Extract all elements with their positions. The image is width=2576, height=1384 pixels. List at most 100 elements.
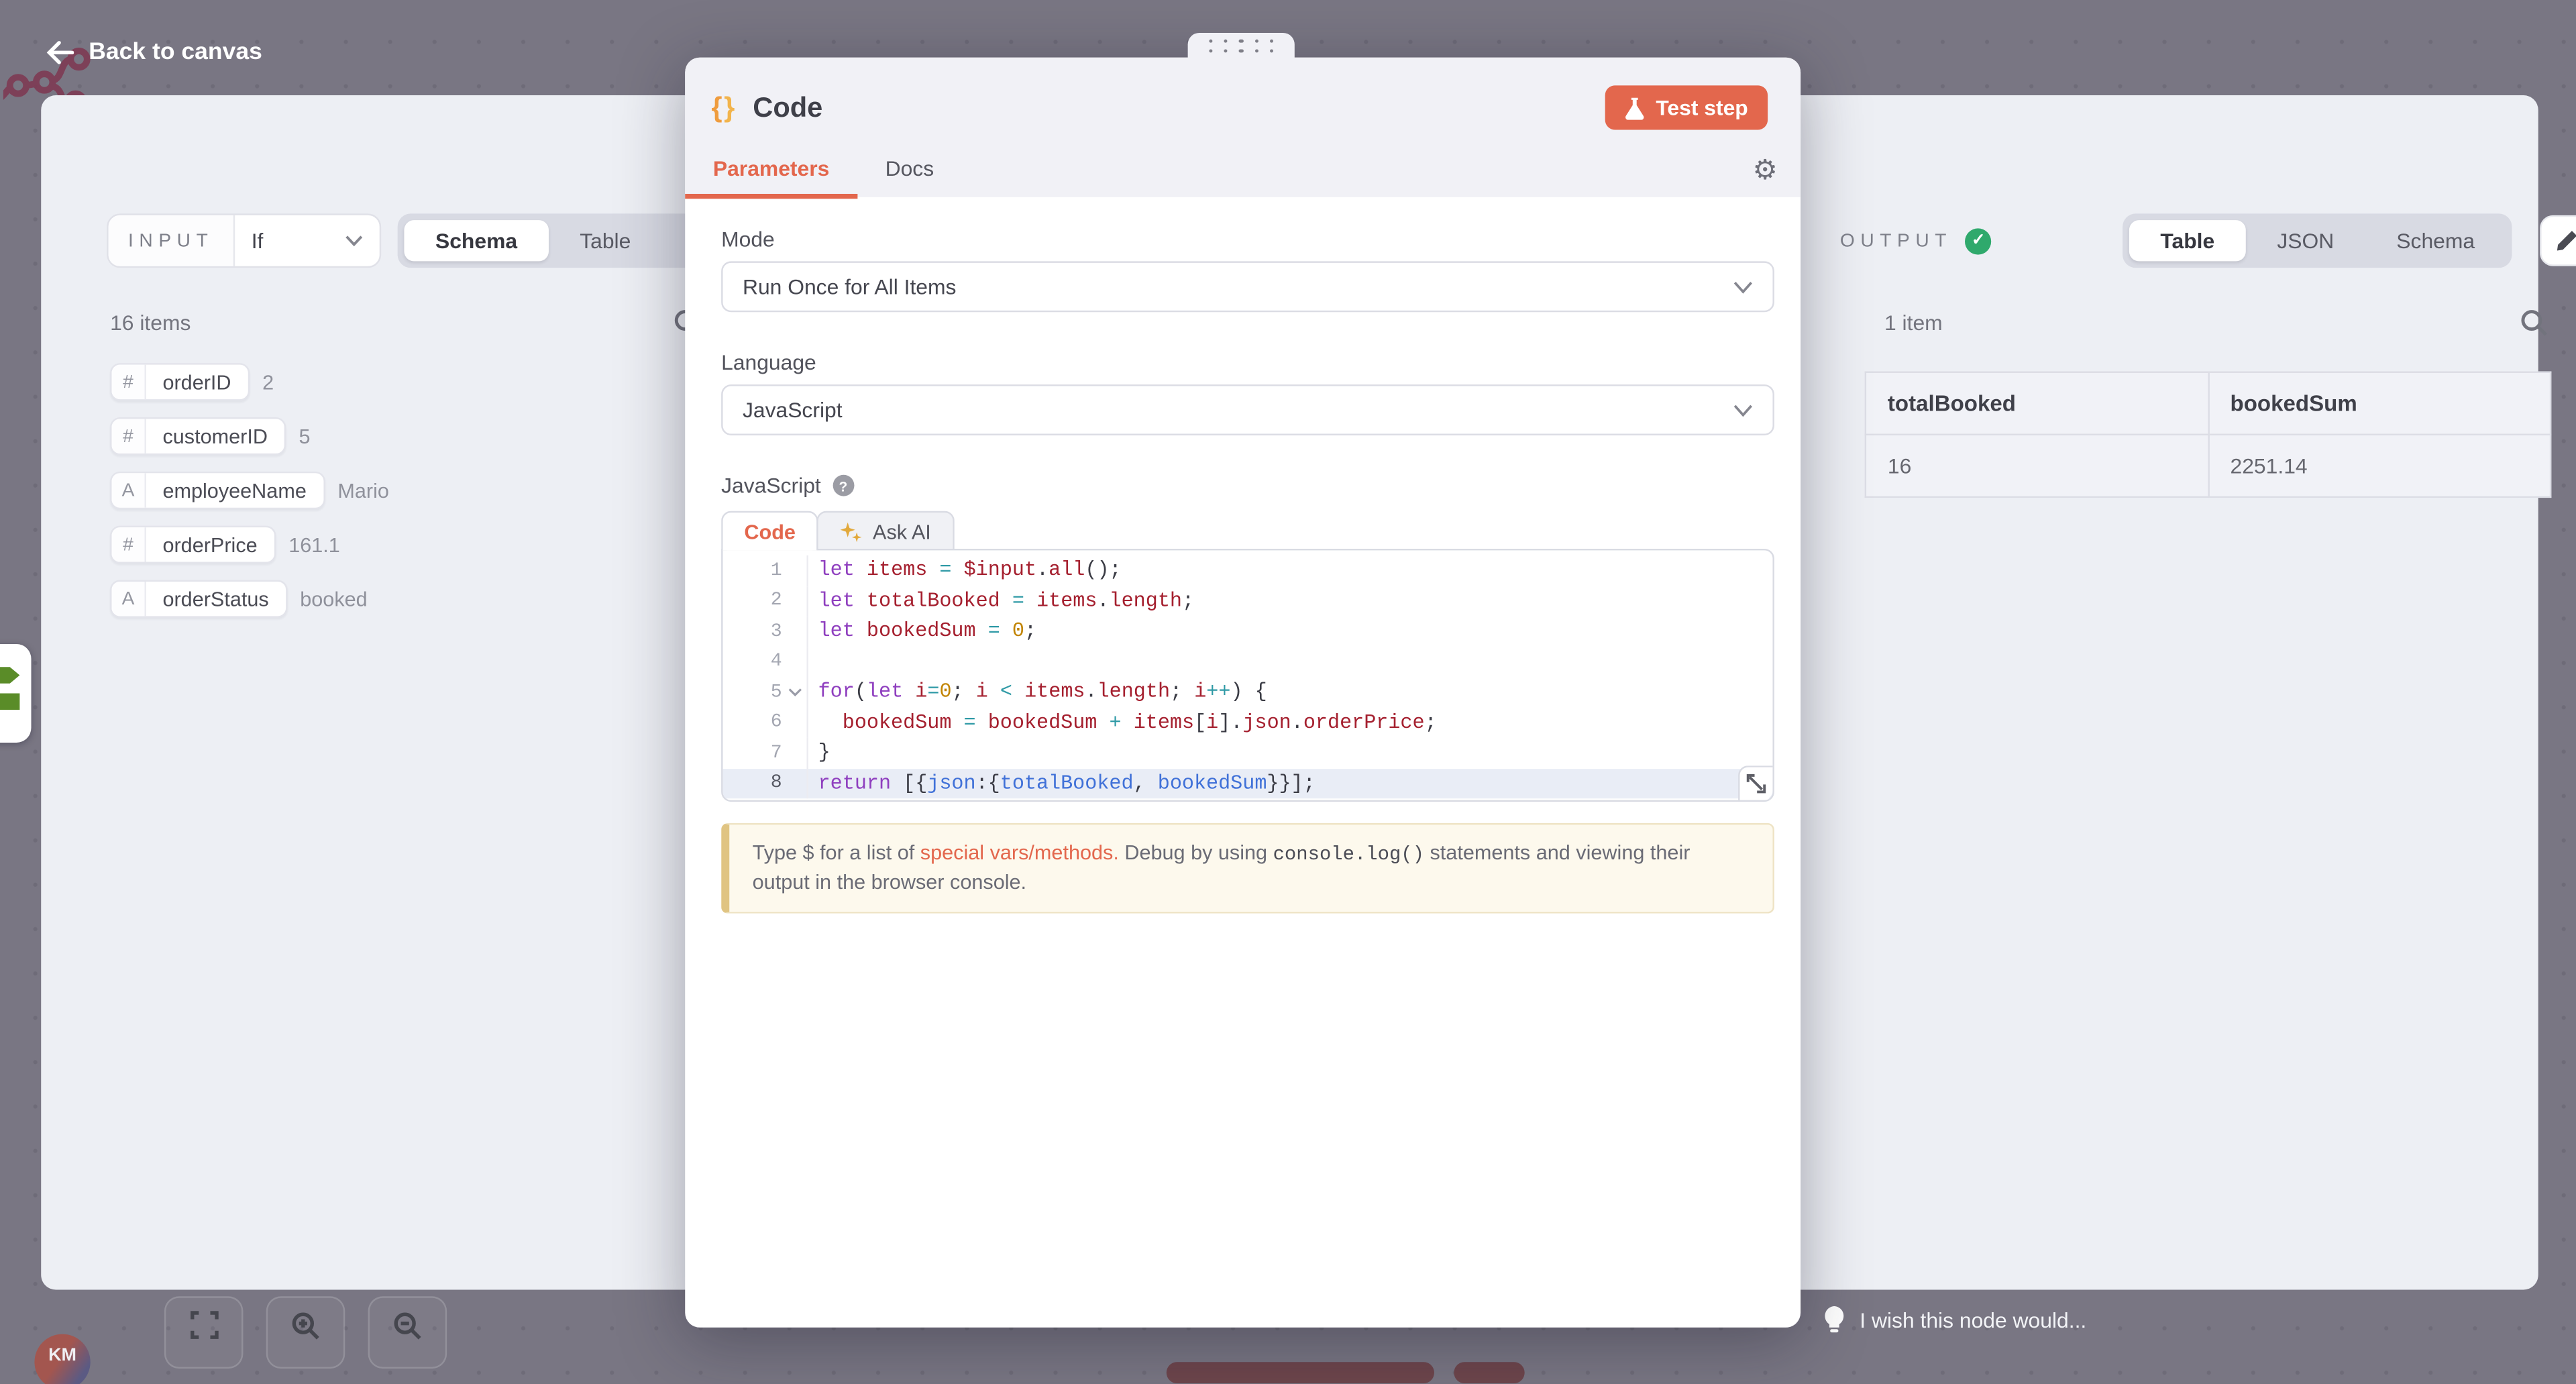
schema-field-pill[interactable]: A orderStatus (110, 580, 287, 617)
code-token: = (1012, 590, 1024, 613)
expand-icon (1746, 774, 1766, 793)
mode-label: Mode (721, 227, 1774, 252)
code-line[interactable]: 5 for(let i=0; i < items.length; i++) { (723, 677, 1773, 707)
code-line[interactable]: 2 let totalBooked = items.length; (723, 586, 1773, 616)
if-node-card[interactable] (0, 644, 32, 743)
code-token: json (1242, 711, 1291, 734)
field-name: orderPrice (146, 527, 274, 562)
code-token: items (1036, 590, 1097, 613)
dimmed-canvas-button-small (1454, 1362, 1524, 1383)
code-token: items (1024, 680, 1085, 703)
help-icon[interactable]: ? (833, 475, 854, 496)
code-token (976, 711, 988, 734)
code-line[interactable]: 7 } (723, 738, 1773, 768)
code-token: i (1206, 711, 1218, 734)
editor-tab-ask-ai[interactable]: Ask AI (817, 511, 954, 551)
code-line[interactable]: 4 (723, 647, 1773, 677)
chevron-down-icon (1733, 403, 1753, 417)
zoom-out-icon (392, 1311, 422, 1340)
output-tab-json[interactable]: JSON (2246, 220, 2365, 261)
language-select[interactable]: JavaScript (721, 384, 1774, 435)
field-value: Mario (337, 479, 389, 502)
hint-text-prefix: Type $ for a list of (753, 841, 920, 864)
output-table-row[interactable]: 162251.14 (1866, 435, 2551, 497)
output-cell: 16 (1866, 435, 2208, 497)
pencil-icon (2555, 228, 2576, 253)
back-to-canvas-button[interactable]: Back to canvas (46, 40, 262, 66)
mode-select[interactable]: Run Once for All Items (721, 261, 1774, 312)
input-node-selector-value: If (235, 215, 345, 266)
language-label: Language (721, 350, 1774, 375)
chevron-down-icon (1733, 280, 1753, 294)
sparkles-icon (840, 520, 863, 543)
code-token (855, 559, 867, 582)
code-line[interactable]: 8 return [{json:{totalBooked, bookedSum}… (723, 768, 1773, 798)
output-search-icon[interactable] (2520, 309, 2548, 337)
output-items-count: 1 item (1884, 311, 1943, 335)
line-number: 8 (723, 773, 782, 794)
schema-field-row: # orderPrice 161.1 (110, 526, 389, 564)
node-feedback-button[interactable]: I wish this node would... (1823, 1306, 2086, 1334)
code-token (952, 559, 964, 582)
zoom-to-fit-button[interactable] (164, 1296, 244, 1369)
n8n-node-details-view: Back to canvas KM (0, 0, 2576, 1383)
field-name: employeeName (146, 473, 323, 507)
code-token: $input (964, 559, 1036, 582)
node-settings-gear-icon[interactable]: ⚙ (1752, 154, 1777, 187)
zoom-in-icon (290, 1311, 320, 1340)
editor-tabs: Code Ask AI (721, 511, 1774, 551)
code-line[interactable]: 6 bookedSum = bookedSum + items[i].json.… (723, 707, 1773, 737)
lightbulb-icon (1823, 1306, 1845, 1334)
tab-docs[interactable]: Docs (857, 156, 962, 197)
editor-tab-code-label: Code (744, 520, 796, 543)
special-vars-link[interactable]: special vars/methods. (920, 841, 1119, 864)
modal-header: {} Code Test step Parameters Docs ⚙ (685, 58, 1801, 197)
zoom-out-button[interactable] (368, 1296, 447, 1369)
avatar[interactable]: KM (34, 1334, 90, 1384)
code-token: [{ (891, 771, 927, 794)
test-step-button[interactable]: Test step (1605, 85, 1768, 129)
code-line[interactable]: 1 let items = $input.all(); (723, 555, 1773, 586)
field-type-icon: # (112, 527, 146, 562)
code-token (1000, 620, 1012, 643)
output-tab-table[interactable]: Table (2129, 220, 2246, 261)
tab-parameters[interactable]: Parameters (685, 156, 857, 197)
code-token: ; (1024, 620, 1036, 643)
code-line[interactable]: 3 let bookedSum = 0; (723, 616, 1773, 646)
zoom-in-button[interactable] (266, 1296, 345, 1369)
node-feedback-label: I wish this node would... (1860, 1308, 2086, 1332)
schema-field-pill[interactable]: # orderID (110, 363, 249, 401)
code-token: i (976, 680, 988, 703)
code-token: items (1134, 711, 1194, 734)
field-type-icon: A (112, 473, 146, 507)
code-token: all (1049, 559, 1085, 582)
code-token: ; (1170, 680, 1194, 703)
output-panel-label: OUTPUT (1840, 231, 1952, 250)
expand-editor-button[interactable] (1738, 765, 1772, 800)
code-token: ) { (1230, 680, 1267, 703)
success-check-icon: ✓ (1966, 227, 1992, 254)
field-name: customerID (146, 419, 284, 453)
code-editor[interactable]: 1 let items = $input.all(); 2 let totalB… (721, 549, 1774, 802)
back-to-canvas-label: Back to canvas (89, 40, 262, 66)
code-line-content: let totalBooked = items.length; (806, 586, 1772, 616)
output-tab-schema[interactable]: Schema (2365, 220, 2506, 261)
input-tab-table[interactable]: Table (549, 220, 662, 261)
input-tab-schema[interactable]: Schema (404, 220, 548, 261)
line-number: 7 (723, 742, 782, 763)
schema-field-pill[interactable]: # customerID (110, 417, 286, 455)
editor-tab-code[interactable]: Code (721, 511, 818, 551)
input-items-count-row: 16 items (110, 309, 702, 337)
schema-field-pill[interactable]: A employeeName (110, 472, 325, 509)
edit-output-button[interactable] (2540, 215, 2576, 266)
code-token: ]. (1218, 711, 1242, 734)
input-node-selector[interactable]: INPUT If (107, 213, 381, 268)
code-token (1122, 711, 1134, 734)
input-schema-list: # orderID 2 # customerID 5 A employeeNam… (110, 363, 389, 618)
schema-field-pill[interactable]: # orderPrice (110, 526, 276, 564)
code-token (1024, 590, 1036, 613)
modal-drag-handle[interactable] (1188, 33, 1295, 59)
code-token (855, 590, 867, 613)
output-column-header: totalBooked (1866, 372, 2208, 435)
code-token: 0 (1012, 620, 1024, 643)
